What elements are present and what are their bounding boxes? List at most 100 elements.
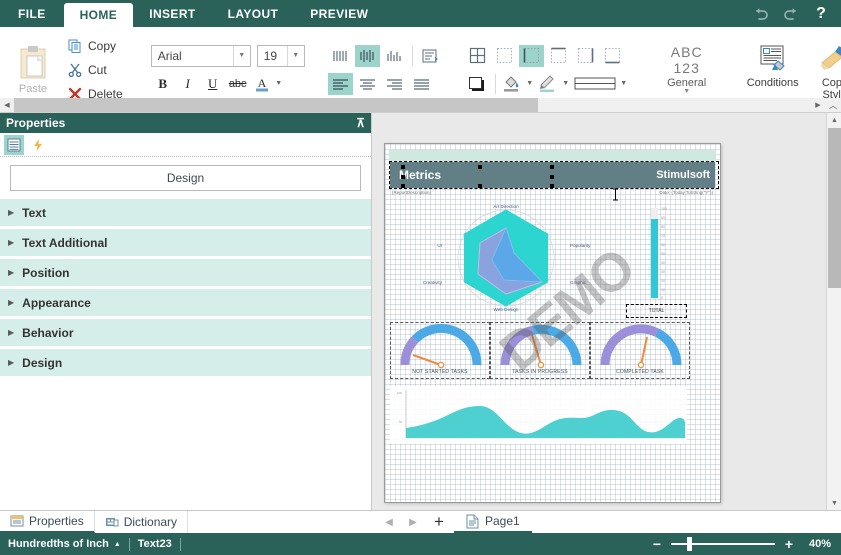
zoom-out-button[interactable]: − [651, 536, 663, 552]
events-lightning-icon[interactable] [28, 135, 48, 155]
property-group-text-additional[interactable]: ▶ Text Additional [0, 229, 371, 256]
menu-bar-right-tools: ? [749, 0, 841, 27]
selection-handle[interactable] [401, 165, 405, 169]
total-label-box[interactable]: TOTAL [626, 304, 687, 318]
menu-tab-layout[interactable]: LAYOUT [212, 0, 295, 27]
design-button[interactable]: Design [10, 165, 361, 191]
number-format-button[interactable]: ABC 123 General ▼ [648, 33, 726, 107]
bottom-tab-properties[interactable]: Properties [0, 511, 95, 533]
menu-tab-home[interactable]: HOME [64, 3, 134, 27]
paste-button[interactable]: Paste [6, 33, 60, 107]
circular-gauge-in-progress[interactable]: TASKS IN PROGRESS [490, 322, 590, 379]
text-direction-none-button[interactable] [328, 45, 353, 67]
undo-icon[interactable] [749, 2, 773, 26]
canvas-scroll-thumb[interactable] [828, 128, 841, 288]
chevron-down-icon[interactable]: ▼ [233, 46, 250, 66]
underline-button[interactable]: U [201, 73, 225, 95]
selection-handle[interactable] [478, 165, 482, 169]
border-bottom-button[interactable] [600, 45, 625, 67]
area-chart[interactable]: 100 50 [390, 386, 687, 444]
zoom-slider[interactable] [671, 543, 775, 545]
selection-handle[interactable] [401, 175, 405, 179]
copy-button[interactable]: Copy [64, 35, 127, 56]
next-page-icon[interactable]: ▶ [402, 511, 424, 533]
report-canvas-area[interactable]: ReportTitleBand2 Metrics Stimulsoft [372, 113, 841, 510]
bottom-tab-dictionary[interactable]: Dictionary [95, 511, 188, 533]
align-right-icon [385, 77, 404, 91]
scroll-down-icon[interactable]: ▼ [827, 496, 841, 510]
zoom-in-button[interactable]: + [783, 536, 795, 552]
border-style-dropdown[interactable]: ▼ [619, 73, 629, 95]
font-size-select[interactable]: 19 ▼ [257, 45, 305, 67]
selection-handle[interactable] [478, 184, 482, 188]
align-justify-button[interactable] [409, 73, 434, 95]
scroll-up-icon[interactable]: ▲ [827, 113, 841, 127]
properties-grid-icon[interactable] [4, 135, 24, 155]
fill-color-button[interactable] [501, 73, 523, 95]
redo-icon[interactable] [779, 2, 803, 26]
ribbon-collapse-icon[interactable]: ︿ [825, 98, 841, 112]
property-group-behavior[interactable]: ▶ Behavior [0, 319, 371, 346]
page-tab-page1[interactable]: Page1 [454, 511, 532, 533]
ribbon-scroll-left-icon[interactable]: ◀ [0, 98, 14, 112]
selection-handle[interactable] [550, 175, 554, 179]
help-icon[interactable]: ? [809, 2, 833, 26]
chevron-right-icon: ▶ [8, 208, 14, 217]
selection-handle[interactable] [401, 184, 405, 188]
bold-button[interactable]: B [151, 73, 175, 95]
border-right-button[interactable] [573, 45, 598, 67]
border-left-button[interactable] [519, 45, 544, 67]
italic-button[interactable]: I [176, 73, 200, 95]
text-direction-bottom-button[interactable] [382, 45, 407, 67]
align-right-button[interactable] [382, 73, 407, 95]
font-family-select[interactable]: Arial ▼ [151, 45, 251, 67]
text-direction-center-button[interactable] [355, 45, 380, 67]
menu-tab-file[interactable]: FILE [0, 0, 64, 27]
circular-gauge-completed[interactable]: COMPLETED TASK [590, 322, 690, 379]
line-color-button[interactable] [537, 73, 559, 95]
cut-button[interactable]: Cut [64, 59, 127, 80]
prev-page-icon[interactable]: ◀ [378, 511, 400, 533]
align-center-button[interactable] [355, 73, 380, 95]
report-title-band[interactable] [389, 150, 716, 161]
selection-handle[interactable] [550, 184, 554, 188]
border-all-button[interactable] [465, 45, 490, 67]
units-selector[interactable]: Hundredths of Inch ▲ [0, 533, 129, 555]
copy-style-button[interactable]: CopyStyle [804, 33, 841, 107]
radar-chart[interactable]: Art Direction Popularity Graphic Web Des… [390, 202, 622, 314]
property-group-design[interactable]: ▶ Design [0, 349, 371, 376]
font-color-button[interactable]: A [251, 73, 273, 95]
chevron-down-icon[interactable]: ▼ [683, 88, 690, 95]
property-group-text[interactable]: ▶ Text [0, 199, 371, 226]
shadow-button[interactable] [465, 73, 490, 95]
align-left-button[interactable] [328, 73, 353, 95]
ribbon-scroll-right-icon[interactable]: ▶ [811, 98, 825, 112]
pin-icon[interactable]: ⊼ [356, 116, 365, 130]
conditions-label: Conditions [747, 77, 799, 89]
ribbon-scroll-thumb[interactable] [14, 98, 538, 112]
selection-handle[interactable] [550, 165, 554, 169]
conditions-button[interactable]: Conditions [742, 33, 804, 107]
chevron-down-icon[interactable]: ▼ [287, 46, 304, 66]
ribbon-scrollbar[interactable]: ◀ ▶ ︿ [0, 98, 841, 112]
border-none-button[interactable] [492, 45, 517, 67]
circular-gauge-not-started[interactable]: NOT STARTED TASKS [390, 322, 490, 379]
border-top-button[interactable] [546, 45, 571, 67]
report-description-row[interactable]: {ReportDescription} Date: {Today.ToStrin… [390, 189, 715, 200]
fill-color-dropdown[interactable]: ▼ [525, 73, 535, 95]
report-page[interactable]: ReportTitleBand2 Metrics Stimulsoft [384, 143, 721, 503]
border-style-button[interactable] [573, 73, 617, 95]
property-group-position[interactable]: ▶ Position [0, 259, 371, 286]
menu-tab-preview[interactable]: PREVIEW [294, 0, 384, 27]
linear-gauge[interactable]: 100 90 80 70 60 50 40 30 20 10 0 [626, 202, 687, 307]
line-color-dropdown[interactable]: ▼ [561, 73, 571, 95]
canvas-vertical-scrollbar[interactable]: ▲ ▼ [826, 113, 841, 510]
strikethrough-button[interactable]: abc [226, 73, 250, 95]
ribbon-scroll-track[interactable] [14, 98, 811, 112]
property-group-appearance[interactable]: ▶ Appearance [0, 289, 371, 316]
word-wrap-button[interactable] [418, 45, 443, 67]
zoom-slider-thumb[interactable] [687, 537, 692, 551]
font-color-dropdown[interactable]: ▼ [274, 73, 284, 95]
add-page-button[interactable]: + [426, 511, 452, 533]
menu-tab-insert[interactable]: INSERT [133, 0, 211, 27]
